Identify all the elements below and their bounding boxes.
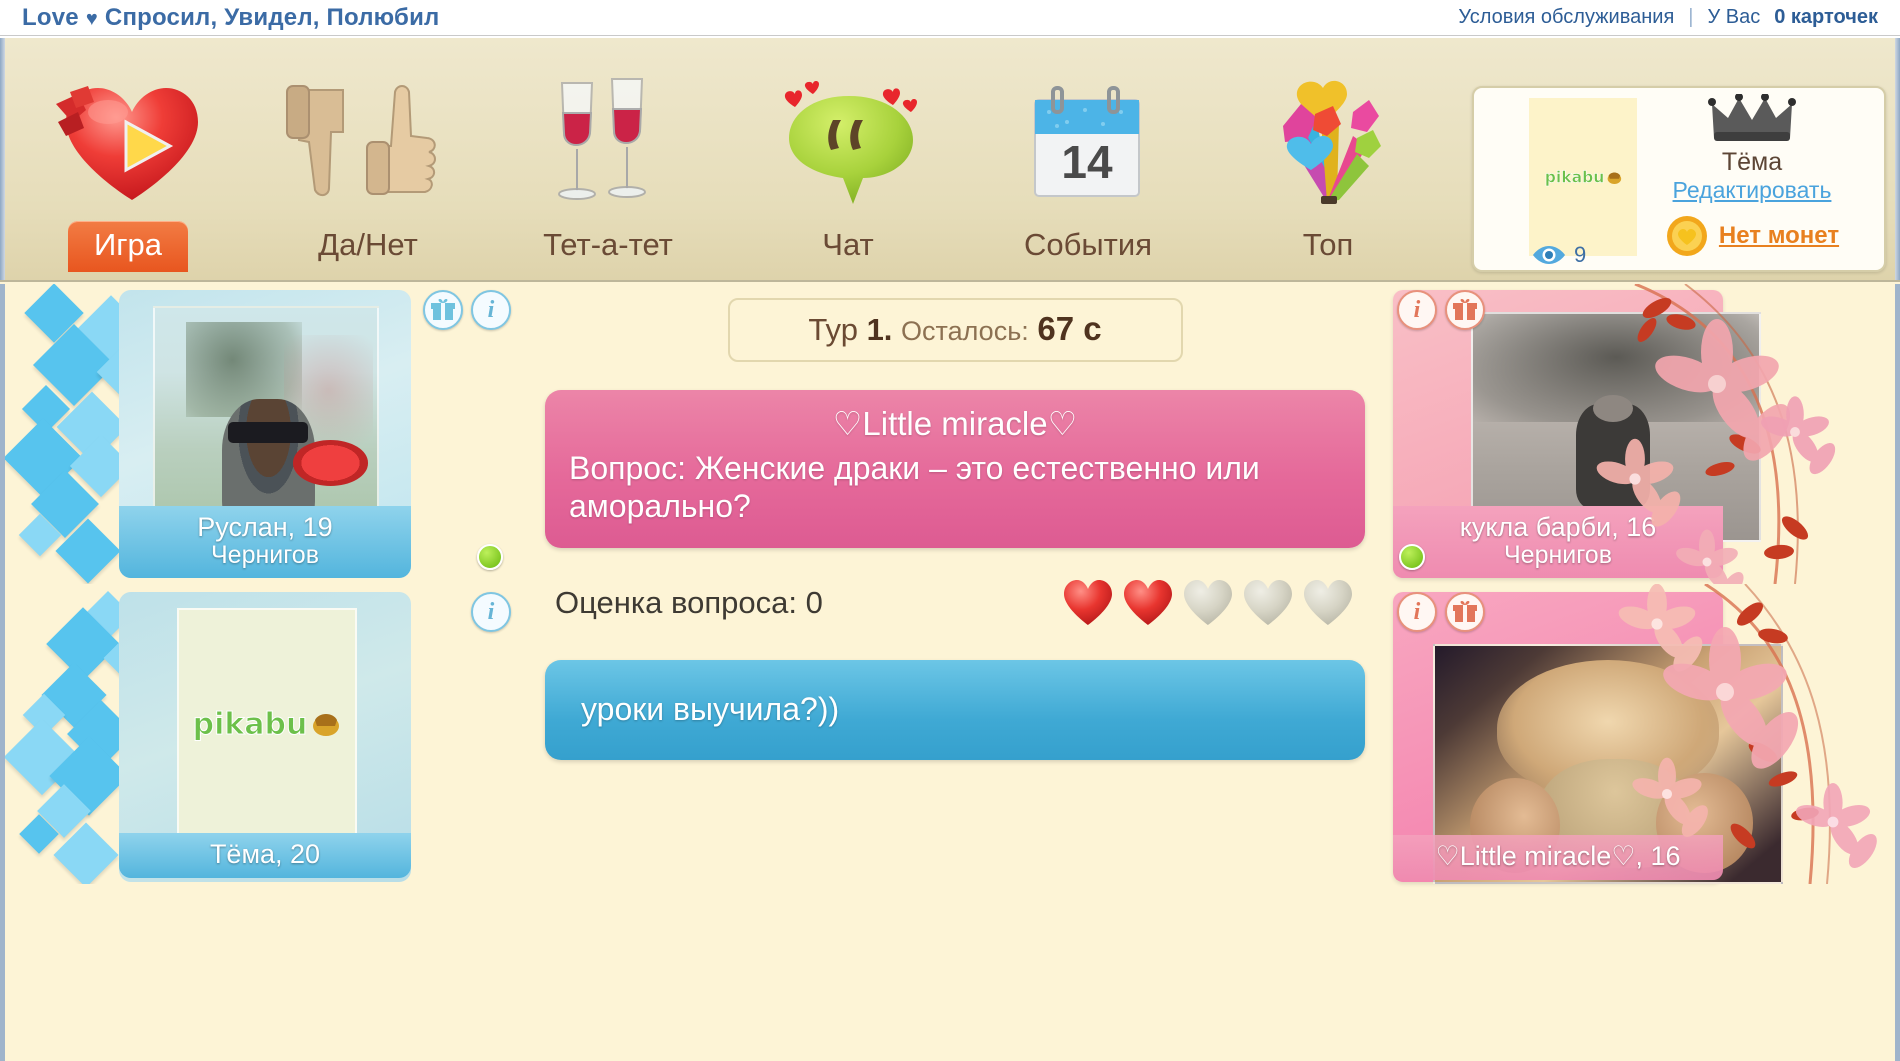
nav-item-chat[interactable]: Чат — [728, 38, 968, 280]
player-card-left-2[interactable]: pikabu i Тёма, 20 — [5, 584, 525, 884]
player-nameplate-right-2: ♡Little miracle♡, 16 — [1393, 834, 1723, 880]
gift-icon[interactable] — [423, 290, 463, 330]
nav-item-game[interactable]: Игра — [8, 38, 248, 280]
player-nameplate-left-1: Руслан, 19 Чернигов — [119, 506, 411, 578]
cards-count: 0 карточек — [1774, 6, 1878, 28]
game-stage: i Руслан, 19 Чернигов pikabu i Тёма, 20 … — [0, 282, 1900, 1061]
heart-icon: ♥ — [85, 7, 98, 30]
player-name: ♡Little miracle♡, 16 — [1435, 840, 1681, 871]
thumbs-icon — [281, 70, 456, 215]
online-status-dot — [477, 544, 503, 570]
heart-play-icon — [48, 70, 208, 215]
info-icon[interactable]: i — [1397, 592, 1437, 632]
rating-heart-1[interactable] — [1061, 578, 1115, 628]
card-badges-right-1: i — [1397, 290, 1485, 330]
top-bar: Love ♥ Спросил, Увидел, Полюбил Условия … — [0, 0, 1900, 36]
no-coins-link[interactable]: Нет монет — [1719, 222, 1839, 250]
divider: | — [1688, 6, 1694, 28]
views-count: 9 — [1574, 242, 1587, 267]
page-root: Love ♥ Спросил, Увидел, Полюбил Условия … — [0, 0, 1900, 1061]
rating-heart-3[interactable] — [1181, 578, 1235, 628]
info-icon[interactable]: i — [471, 592, 511, 632]
card-badges-left-1: i — [423, 290, 511, 330]
pikabu-logo-icon: pikabu — [1544, 168, 1621, 186]
rating-hearts[interactable] — [1061, 578, 1355, 628]
card-badges-left-2: i — [471, 592, 511, 632]
nav-item-events[interactable]: 14 События — [968, 38, 1208, 280]
crown-icon — [1708, 93, 1796, 147]
pikabu-wordmark: pikabu — [1544, 167, 1605, 187]
answer-bubble: уроки выучила?)) — [545, 659, 1365, 760]
nav-label-chat: Чат — [822, 227, 874, 262]
nav-label-game: Игра — [67, 221, 189, 272]
brand-name: Love — [22, 3, 79, 31]
nav-item-yesno[interactable]: Да/Нет — [248, 38, 488, 280]
nav-items: Игра Да/Нет Тет-а-тет Чат 14 События Топ — [8, 38, 1458, 280]
info-icon[interactable]: i — [471, 290, 511, 330]
pikabu-wordmark: pikabu — [192, 706, 308, 742]
pikabu-tail-icon — [313, 714, 340, 736]
bouquet-icon — [1261, 70, 1396, 215]
question-text: Вопрос: Женские драки – это естественно … — [569, 450, 1260, 525]
svg-text:14: 14 — [1061, 136, 1113, 188]
speech-bubble-icon — [771, 70, 926, 215]
question-author: ♡Little miracle♡ — [832, 405, 1078, 442]
wine-glasses-icon — [538, 70, 678, 215]
remaining-seconds: 67 с — [1037, 310, 1102, 347]
player-nameplate-left-2: Тёма, 20 — [119, 832, 411, 878]
coin-heart-icon — [1666, 215, 1707, 256]
rating-heart-2[interactable] — [1121, 578, 1175, 628]
online-status-dot — [1399, 544, 1425, 570]
player-name: кукла барби, 16 — [1459, 512, 1657, 543]
player-card-right-1[interactable]: i кукла барби, 16 Чернигов — [1375, 282, 1895, 601]
game-center-column: Тур 1. Осталось: 67 с ♡Little miracle♡ В… — [525, 284, 1385, 1061]
rating-label: Оценка вопроса: 0 — [555, 584, 823, 620]
player-photo-left-2[interactable]: pikabu — [177, 608, 357, 840]
profile-views: 9 — [1532, 242, 1586, 268]
profile-name: Тёма — [1721, 148, 1783, 176]
profile-coins[interactable]: Нет монет — [1665, 214, 1839, 258]
player-card-left-1[interactable]: i Руслан, 19 Чернигов — [5, 284, 525, 584]
user-profile-panel: pikabu 9 Тёма Редактировать Нет монет — [1472, 86, 1886, 272]
terms-of-service-link[interactable]: Условия обслуживания — [1458, 6, 1674, 29]
profile-details: Тёма Редактировать Нет монет — [1632, 93, 1872, 258]
info-icon[interactable]: i — [1397, 290, 1437, 330]
cards-label: У Вас — [1707, 6, 1761, 28]
site-logo[interactable]: Love ♥ Спросил, Увидел, Полюбил — [22, 4, 439, 32]
player-name: Руслан, 19 — [197, 512, 333, 543]
gift-icon[interactable] — [1445, 290, 1485, 330]
question-rating-row: Оценка вопроса: 0 — [545, 578, 1365, 628]
gift-icon[interactable] — [1445, 592, 1485, 632]
player-city: Чернигов — [1504, 540, 1612, 569]
player-nameplate-right-1: кукла барби, 16 Чернигов — [1393, 506, 1723, 578]
nav-item-tete-a-tete[interactable]: Тет-а-тет — [488, 38, 728, 280]
round-timer: Тур 1. Осталось: 67 с — [727, 298, 1183, 362]
top-bar-right: Условия обслуживания | У Вас 0 карточек — [1458, 6, 1878, 29]
player-card-right-2[interactable]: i ♡Little miracle♡, 16 — [1375, 582, 1895, 885]
player-city: Чернигов — [211, 540, 319, 569]
remaining-label: Осталось: — [901, 316, 1029, 346]
nav-bar: Игра Да/Нет Тет-а-тет Чат 14 События Топ… — [0, 36, 1900, 282]
player-name: Тёма, 20 — [209, 838, 321, 869]
pikabu-tail-icon — [1607, 171, 1621, 184]
round-label: Тур — [808, 312, 858, 347]
nav-label-events: События — [1024, 227, 1152, 262]
profile-edit-link[interactable]: Редактировать — [1673, 177, 1832, 204]
round-number: 1. — [866, 312, 893, 347]
card-badges-right-2: i — [1397, 592, 1485, 632]
nav-label-top: Топ — [1302, 227, 1354, 262]
nav-label-yesno: Да/Нет — [318, 227, 418, 262]
pikabu-logo-icon: pikabu — [192, 706, 342, 742]
profile-avatar[interactable]: pikabu — [1529, 98, 1637, 256]
answer-text: уроки выучила?)) — [581, 691, 840, 728]
nav-item-top[interactable]: Топ — [1208, 38, 1448, 280]
eye-icon — [1533, 246, 1565, 264]
player-photo-left-1[interactable] — [153, 306, 379, 538]
nav-label-tete-a-tete: Тет-а-тет — [543, 227, 673, 262]
rating-heart-4[interactable] — [1241, 578, 1295, 628]
brand-tagline: Спросил, Увидел, Полюбил — [104, 3, 440, 31]
calendar-14-icon: 14 — [1023, 70, 1153, 215]
rating-heart-5[interactable] — [1301, 578, 1355, 628]
question-bubble: ♡Little miracle♡ Вопрос: Женские драки –… — [545, 390, 1365, 548]
